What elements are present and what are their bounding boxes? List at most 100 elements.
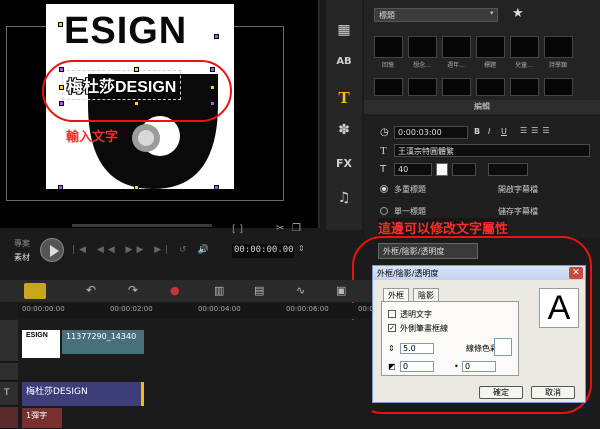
value-a-field[interactable]: 0 [400,361,434,372]
title-thumbnail[interactable] [374,78,403,96]
undo-icon[interactable]: ↶ [86,283,96,297]
title-thumbnail[interactable] [476,78,505,96]
mode-project-label[interactable]: 專案 [14,238,30,249]
add-favorite-icon[interactable]: ★ [512,6,524,21]
clock-icon: ◷ [380,127,389,138]
record-icon[interactable]: ● [170,284,180,297]
tab-shadow[interactable]: 陰影 [413,288,439,301]
redo-icon[interactable]: ↷ [128,283,138,297]
transition-ab-icon[interactable]: AB [334,52,354,72]
ruler-tick-label: 00:00:08:00 [358,305,372,313]
tab-border[interactable]: 外框 [383,288,409,301]
storyboard-view-icon[interactable] [24,283,46,299]
close-icon[interactable]: ✕ [569,267,583,279]
timeline-toolbar: ↶ ↷ ● ▥ ▤ ∿ ▣ [0,280,372,302]
title-t-icon[interactable]: T [334,88,354,108]
corner-handle[interactable] [58,185,63,190]
play-button[interactable] [40,238,64,262]
title-thumbnail[interactable] [408,36,437,58]
video-clip[interactable]: 11377290_14340 [62,330,144,354]
video-track-header[interactable] [0,320,18,362]
border-width-icon: ⇕ [388,344,395,353]
title-thumbnail[interactable] [510,36,539,58]
corner-handle[interactable] [58,22,63,27]
border-shadow-dialog: 外框/陰影/透明度 ✕ 外框 陰影 透明文字 ✓ 外側筆畫框線 ⇕ 5.0 線條… [372,265,586,403]
duration-field[interactable]: 0:00:03:00 [394,126,468,139]
annotation-ellipse [42,60,232,122]
title-thumbnail[interactable] [544,78,573,96]
subtitle-icon[interactable]: ▣ [336,284,346,297]
thumbnail-label: 詩學類 [548,62,567,69]
font-select[interactable]: 王漢宗特圓體繁 [394,144,590,157]
fx-icon[interactable]: FX [334,154,354,174]
graphics-icon[interactable]: ✽ [334,120,354,140]
category-select[interactable]: 標題 [374,8,498,22]
title-thumbnail[interactable] [476,36,505,58]
font-preview-box: A [539,288,579,328]
scissors-icon[interactable]: ✂ [276,223,284,234]
border-width-field[interactable]: 5.0 [400,343,434,354]
line-spacing-field[interactable] [452,163,476,176]
multi-title-radio[interactable] [380,185,388,193]
font-t-icon: T [380,145,387,157]
ruler-tick-label: 00:00:00:00 [22,305,65,313]
title-library-panel: 標題 ▾ ★ 回憶 想念... 週年... 標題 兒童... 詩學類 [364,0,600,115]
title-thumbnail[interactable] [544,36,573,58]
chevron-down-icon[interactable]: ▾ [490,9,494,17]
ruler-tick-label: 00:00:06:00 [286,305,329,313]
filter-icon: ◩ [388,362,396,371]
voice-track-header[interactable] [0,407,18,429]
save-title-file-button[interactable]: 儲存字幕檔 [498,206,538,217]
corner-handle[interactable] [214,185,219,190]
open-title-file-button[interactable]: 開啟字幕檔 [498,184,538,195]
title-thumbnail[interactable] [510,78,539,96]
transport-controls-icon[interactable]: |◀ ◀◀ ▶▶ ▶| ↺ 🔊 [72,245,213,255]
multi-title-label: 多重標題 [394,185,426,194]
font-size-field[interactable]: 40 [394,163,432,176]
scrub-bar[interactable] [72,224,212,227]
title-thumbnail[interactable] [442,78,471,96]
align-buttons-icon[interactable]: ☰☰☰ [520,126,554,135]
italic-button[interactable]: I [488,127,490,136]
media-icon[interactable]: ▦ [334,20,354,40]
rotation-field[interactable] [488,163,528,176]
mode-clip-label[interactable]: 素材 [14,252,30,263]
text-color-swatch[interactable] [436,163,448,176]
mixer-icon[interactable]: ▥ [214,284,224,297]
title-thumbnail[interactable] [442,36,471,58]
softness-icon: • [454,362,459,371]
underline-button[interactable]: U [501,127,507,136]
font-size-icon: T [380,164,387,175]
music-icon[interactable]: ♫ [334,188,354,208]
thumbnail-label: 標題 [483,62,496,69]
timecode-stepper-icon[interactable]: ⇕ [298,244,305,253]
cancel-button[interactable]: 取消 [531,386,575,399]
auto-music-icon[interactable]: ▤ [254,284,264,297]
mark-bracket-icon[interactable]: [ ] [232,224,243,235]
audio-wave-icon[interactable]: ∿ [296,284,305,297]
border-tab-pane: 透明文字 ✓ 外側筆畫框線 ⇕ 5.0 線條色彩: ◩ 0 • 0 [381,301,519,376]
copy-icon[interactable]: ❐ [292,223,301,234]
title-thumbnail[interactable] [374,36,403,58]
single-title-radio[interactable] [380,207,388,215]
voice-clip[interactable]: 1彈字 [22,408,62,428]
video-thumbnail[interactable]: ESIGN [22,330,60,358]
title-thumbnail[interactable] [408,78,437,96]
edit-section-header[interactable]: 編輯 [364,100,600,114]
corner-handle[interactable] [214,34,219,39]
overlay-track-header[interactable] [0,363,18,381]
side-category-bar: ▦ AB T ✽ FX ♫ [326,0,362,230]
transparent-text-checkbox[interactable] [388,310,396,318]
title-clip[interactable]: 梅杜莎DESIGN [22,382,144,406]
timeline-ruler[interactable]: 00:00:00:00 00:00:02:00 00:00:04:00 00:0… [18,303,372,319]
thumbnail-label: 週年... [447,62,465,69]
bold-button[interactable]: B [474,127,480,136]
corner-handle[interactable] [134,185,139,190]
value-b-field[interactable]: 0 [462,361,496,372]
timecode-display[interactable]: 00:00:00.00 [232,244,294,258]
outer-border-checkbox[interactable]: ✓ [388,324,396,332]
ok-button[interactable]: 確定 [479,386,523,399]
annotation-input-text: 輸入文字 [66,130,119,145]
line-color-swatch[interactable] [494,338,512,356]
title-track-header[interactable]: T [0,382,18,406]
